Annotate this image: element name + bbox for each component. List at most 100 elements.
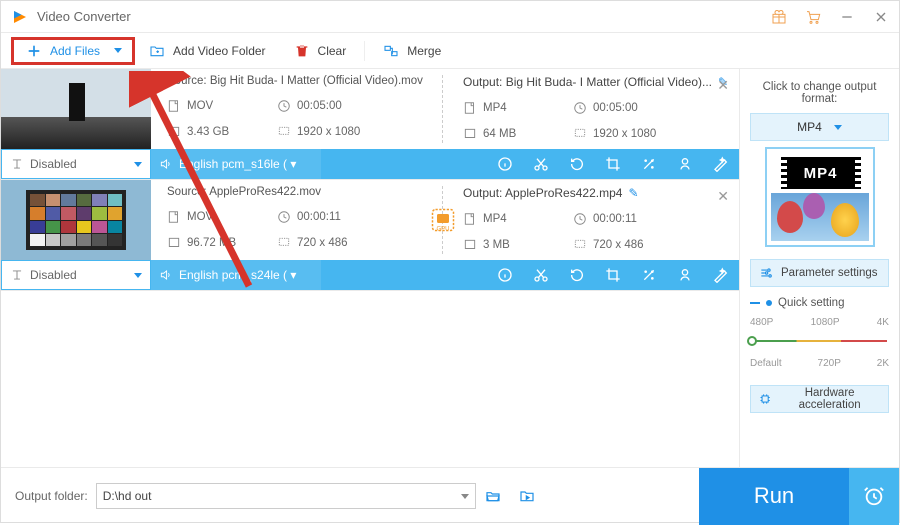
audio-select[interactable]: English pcm_s24le ( ▾	[151, 260, 321, 290]
parameter-settings-button[interactable]: Parameter settings	[750, 259, 889, 287]
format-icon	[167, 99, 181, 113]
edit-pencil-icon[interactable]: ✎	[628, 186, 638, 200]
merge-label: Merge	[407, 44, 441, 58]
size-icon	[167, 236, 181, 250]
item-action-bar: Disabled English pcm_s16le ( ▾	[1, 149, 739, 179]
browse-button[interactable]	[510, 483, 544, 509]
quality-slider[interactable]	[752, 328, 887, 354]
subtitle-select[interactable]: Disabled	[1, 149, 151, 179]
dimensions-icon	[573, 238, 587, 252]
cut-button[interactable]	[523, 149, 559, 179]
clock-icon	[573, 212, 587, 226]
effects-button[interactable]	[631, 149, 667, 179]
size-icon	[463, 127, 477, 141]
enhance-button[interactable]	[703, 260, 739, 290]
clock-icon	[573, 101, 587, 115]
merge-button[interactable]: Merge	[369, 33, 455, 69]
size-icon	[463, 238, 477, 252]
format-icon	[463, 101, 477, 115]
info-button[interactable]	[487, 149, 523, 179]
cut-button[interactable]	[523, 260, 559, 290]
add-files-button[interactable]: Add Files	[11, 37, 135, 65]
output-info: Output: AppleProRes422.mp4✎ MP4 00:00:11…	[443, 180, 739, 260]
item-action-bar: Disabled English pcm_s24le ( ▾	[1, 260, 739, 290]
chevron-down-icon	[461, 494, 469, 499]
side-panel-header: Click to change output format:	[750, 81, 889, 105]
alarm-clock-icon	[863, 485, 885, 507]
film-strip-icon: MP4	[781, 157, 861, 189]
clock-icon	[277, 210, 291, 224]
video-thumbnail[interactable]	[1, 180, 151, 260]
size-icon	[167, 125, 181, 139]
list-item: Source: Big Hit Buda- I Matter (Official…	[1, 69, 739, 180]
folder-play-icon	[519, 488, 535, 504]
format-icon	[463, 212, 477, 226]
gift-icon[interactable]	[771, 9, 787, 25]
clear-button[interactable]: Clear	[280, 33, 361, 69]
slider-thumb-icon[interactable]	[747, 336, 757, 346]
format-thumbnail[interactable]: MP4	[765, 147, 875, 247]
rotate-button[interactable]	[559, 149, 595, 179]
toolbar: Add Files Add Video Folder Clear Merge	[1, 33, 899, 69]
conversion-list: Source: Big Hit Buda- I Matter (Official…	[1, 69, 739, 467]
enhance-button[interactable]	[703, 149, 739, 179]
output-folder-label: Output folder:	[15, 489, 88, 503]
speaker-icon	[159, 268, 173, 282]
output-label: Output: AppleProRes422.mp4✎	[463, 186, 729, 200]
subtitle-icon	[10, 268, 24, 282]
source-label: Source: AppleProRes422.mov	[167, 186, 433, 198]
subtitle-icon	[10, 157, 24, 171]
speaker-icon	[159, 157, 173, 171]
app-logo-icon	[11, 8, 29, 26]
chevron-down-icon	[834, 125, 842, 130]
app-title: Video Converter	[37, 9, 131, 24]
minimize-icon[interactable]	[839, 9, 855, 25]
add-video-folder-button[interactable]: Add Video Folder	[135, 33, 280, 69]
crop-button[interactable]	[595, 149, 631, 179]
clock-icon	[277, 99, 291, 113]
remove-item-icon[interactable]: ✕	[717, 77, 729, 94]
subtitle-select[interactable]: Disabled	[1, 260, 151, 290]
trash-icon	[294, 43, 310, 59]
format-icon	[167, 210, 181, 224]
source-info: Source: Big Hit Buda- I Matter (Official…	[151, 69, 443, 149]
folder-plus-icon	[149, 43, 165, 59]
watermark-button[interactable]	[667, 260, 703, 290]
dimensions-icon	[277, 236, 291, 250]
run-button[interactable]: Run	[699, 468, 849, 525]
chip-icon	[759, 392, 771, 406]
plus-icon	[26, 43, 42, 59]
output-label: Output: Big Hit Buda- I Matter (Official…	[463, 75, 729, 89]
dimensions-icon	[277, 125, 291, 139]
titlebar: Video Converter	[1, 1, 899, 33]
sliders-icon	[759, 266, 773, 280]
gpu-badge-icon: GPU	[428, 205, 458, 235]
schedule-button[interactable]	[849, 468, 899, 525]
merge-icon	[383, 43, 399, 59]
output-format-button[interactable]: MP4	[750, 113, 889, 141]
dimensions-icon	[573, 127, 587, 141]
cart-icon[interactable]	[805, 9, 821, 25]
source-info: Source: AppleProRes422.mov MOV 00:00:11 …	[151, 180, 443, 260]
watermark-button[interactable]	[667, 149, 703, 179]
folder-open-icon	[485, 488, 501, 504]
remove-item-icon[interactable]: ✕	[717, 188, 729, 205]
crop-button[interactable]	[595, 260, 631, 290]
audio-select[interactable]: English pcm_s16le ( ▾	[151, 149, 321, 179]
output-info: Output: Big Hit Buda- I Matter (Official…	[443, 69, 739, 149]
side-panel: Click to change output format: MP4 MP4 P…	[739, 69, 899, 467]
list-item: Source: AppleProRes422.mov MOV 00:00:11 …	[1, 180, 739, 291]
video-thumbnail[interactable]	[1, 69, 151, 149]
open-folder-button[interactable]	[476, 483, 510, 509]
quick-setting-label: Quick setting	[750, 297, 889, 309]
clear-label: Clear	[318, 44, 347, 58]
output-folder-input[interactable]: D:\hd out	[96, 483, 476, 509]
hardware-acceleration-button[interactable]: Hardware acceleration	[750, 385, 889, 413]
close-icon[interactable]	[873, 9, 889, 25]
add-folder-label: Add Video Folder	[173, 44, 266, 58]
effects-button[interactable]	[631, 260, 667, 290]
info-button[interactable]	[487, 260, 523, 290]
svg-text:GPU: GPU	[436, 227, 449, 233]
quality-ticks-bottom: Default720P2K	[750, 358, 889, 369]
rotate-button[interactable]	[559, 260, 595, 290]
